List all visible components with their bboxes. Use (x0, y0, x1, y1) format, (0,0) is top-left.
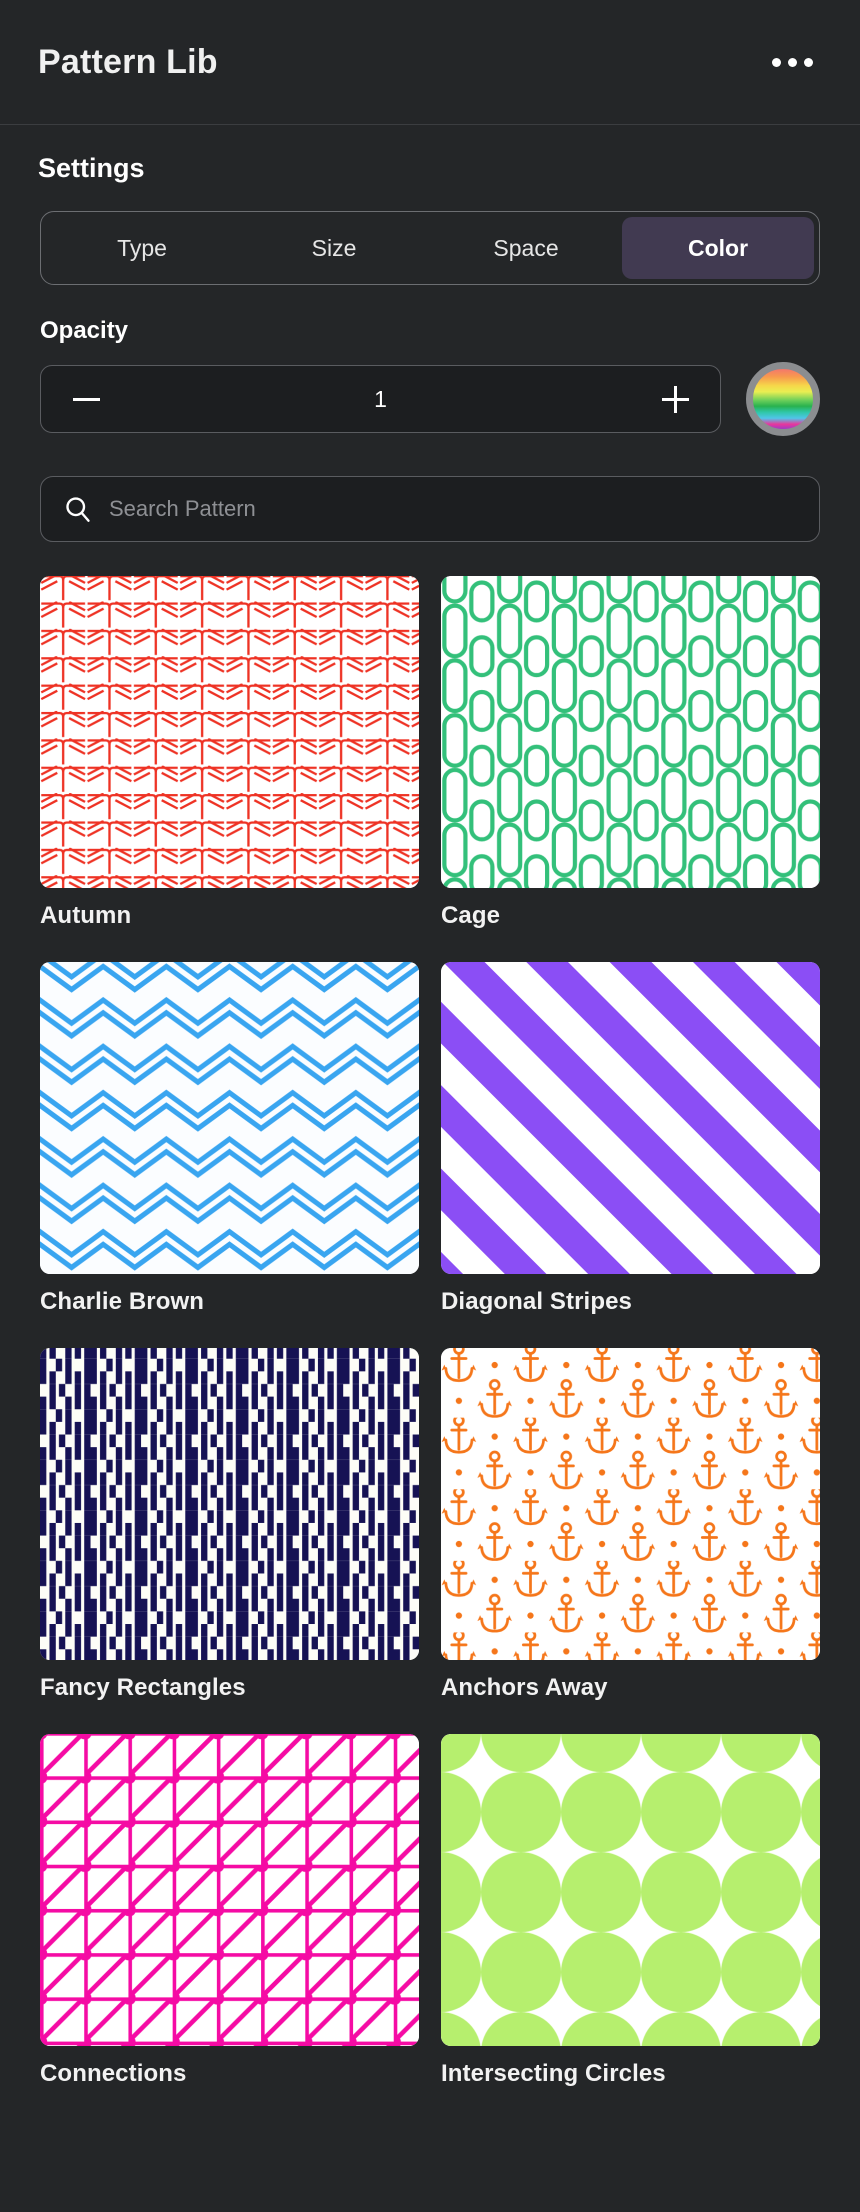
pattern-card: Diagonal Stripes (441, 962, 820, 1336)
minus-bar (72, 397, 100, 401)
pattern-thumbnail-charlie-brown[interactable] (40, 962, 419, 1274)
opacity-row: 1 (40, 362, 820, 436)
search-icon (66, 497, 90, 522)
pattern-label: Charlie Brown (40, 1288, 204, 1315)
pattern-thumbnail-anchors-away[interactable] (441, 1348, 820, 1660)
pattern-label: Intersecting Circles (441, 2060, 666, 2087)
tab-size[interactable]: Size (238, 217, 430, 279)
minus-icon[interactable] (65, 378, 107, 420)
search-input[interactable] (109, 496, 797, 522)
pattern-card: Charlie Brown (40, 962, 419, 1336)
opacity-stepper: 1 (40, 365, 721, 433)
more-horizontal-icon[interactable] (764, 42, 820, 82)
page-title: Pattern Lib (38, 42, 218, 81)
pattern-card: Fancy Rectangles (40, 1348, 419, 1722)
tab-space[interactable]: Space (430, 217, 622, 279)
tab-color[interactable]: Color (622, 217, 814, 279)
pattern-card: Connections (40, 1734, 419, 2108)
pattern-thumbnail-diagonal-stripes[interactable] (441, 962, 820, 1274)
pattern-label: Diagonal Stripes (441, 1288, 632, 1315)
settings-tabbar: Type Size Space Color (40, 211, 820, 285)
search-bar[interactable] (40, 476, 820, 542)
pattern-thumbnail-fancy-rectangles[interactable] (40, 1348, 419, 1660)
app-root: Pattern Lib Settings Type Size Space Col… (0, 0, 860, 2212)
pattern-card: Autumn (40, 576, 419, 950)
pattern-thumbnail-connections[interactable] (40, 1734, 419, 2046)
pattern-label: Fancy Rectangles (40, 1674, 246, 1701)
more-dot (787, 57, 797, 67)
pattern-thumbnail-intersecting-circles[interactable] (441, 1734, 820, 2046)
plus-icon[interactable] (654, 378, 696, 420)
pattern-thumbnail-cage[interactable] (441, 576, 820, 888)
pattern-label: Autumn (40, 902, 132, 929)
pattern-label: Connections (40, 2060, 187, 2087)
color-swatch-button[interactable] (746, 362, 820, 436)
tab-type[interactable]: Type (46, 217, 238, 279)
pattern-label: Cage (441, 902, 501, 929)
more-dot (803, 57, 813, 67)
settings-panel: Settings Type Size Space Color Opacity 1 (0, 153, 860, 542)
app-header: Pattern Lib (0, 0, 860, 125)
opacity-label: Opacity (40, 317, 129, 344)
plus-bar-v (673, 385, 677, 413)
opacity-value[interactable]: 1 (107, 386, 654, 413)
settings-heading: Settings (38, 153, 145, 183)
pattern-card: Cage (441, 576, 820, 950)
pattern-label: Anchors Away (441, 1674, 608, 1701)
pattern-card: Intersecting Circles (441, 1734, 820, 2108)
more-dot (771, 57, 781, 67)
pattern-grid: Autumn Cage Charlie Brown Diagonal Strip… (0, 576, 860, 2148)
pattern-card: Anchors Away (441, 1348, 820, 1722)
pattern-thumbnail-autumn[interactable] (40, 576, 419, 888)
